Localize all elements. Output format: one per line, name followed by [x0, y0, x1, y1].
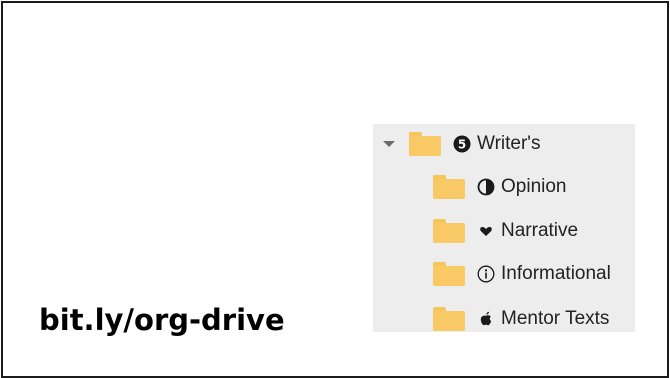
folder-informational[interactable]: Informational	[433, 259, 611, 289]
svg-text:5: 5	[458, 137, 466, 151]
info-circle-icon	[477, 265, 495, 283]
folder-writers[interactable]: 5 Writer's	[383, 129, 540, 159]
expand-arrow-icon[interactable]	[383, 141, 395, 147]
folder-label: Informational	[501, 263, 611, 284]
circled-number-icon: 5	[453, 135, 471, 153]
folder-opinion[interactable]: Opinion	[433, 172, 567, 202]
folder-icon	[433, 175, 465, 199]
link-text[interactable]: bit.ly/org-drive	[39, 303, 285, 337]
folder-narrative[interactable]: Narrative	[433, 216, 578, 246]
half-circle-icon	[477, 178, 495, 196]
folder-icon	[433, 219, 465, 243]
apple-icon	[480, 311, 492, 326]
folder-label: Writer's	[477, 133, 541, 154]
folder-label: Opinion	[501, 176, 567, 197]
folder-icon	[433, 307, 465, 331]
heart-icon	[480, 226, 492, 236]
slide-frame: bit.ly/org-drive 5 Writer's Opinion Narr…	[1, 1, 669, 378]
folder-label: Narrative	[501, 220, 579, 241]
folder-tree: 5 Writer's Opinion Narrative Information…	[373, 124, 635, 332]
folder-mentor-texts[interactable]: Mentor Texts	[433, 304, 609, 332]
folder-icon	[409, 132, 441, 156]
folder-label: Mentor Texts	[501, 308, 610, 329]
folder-icon	[433, 262, 465, 286]
